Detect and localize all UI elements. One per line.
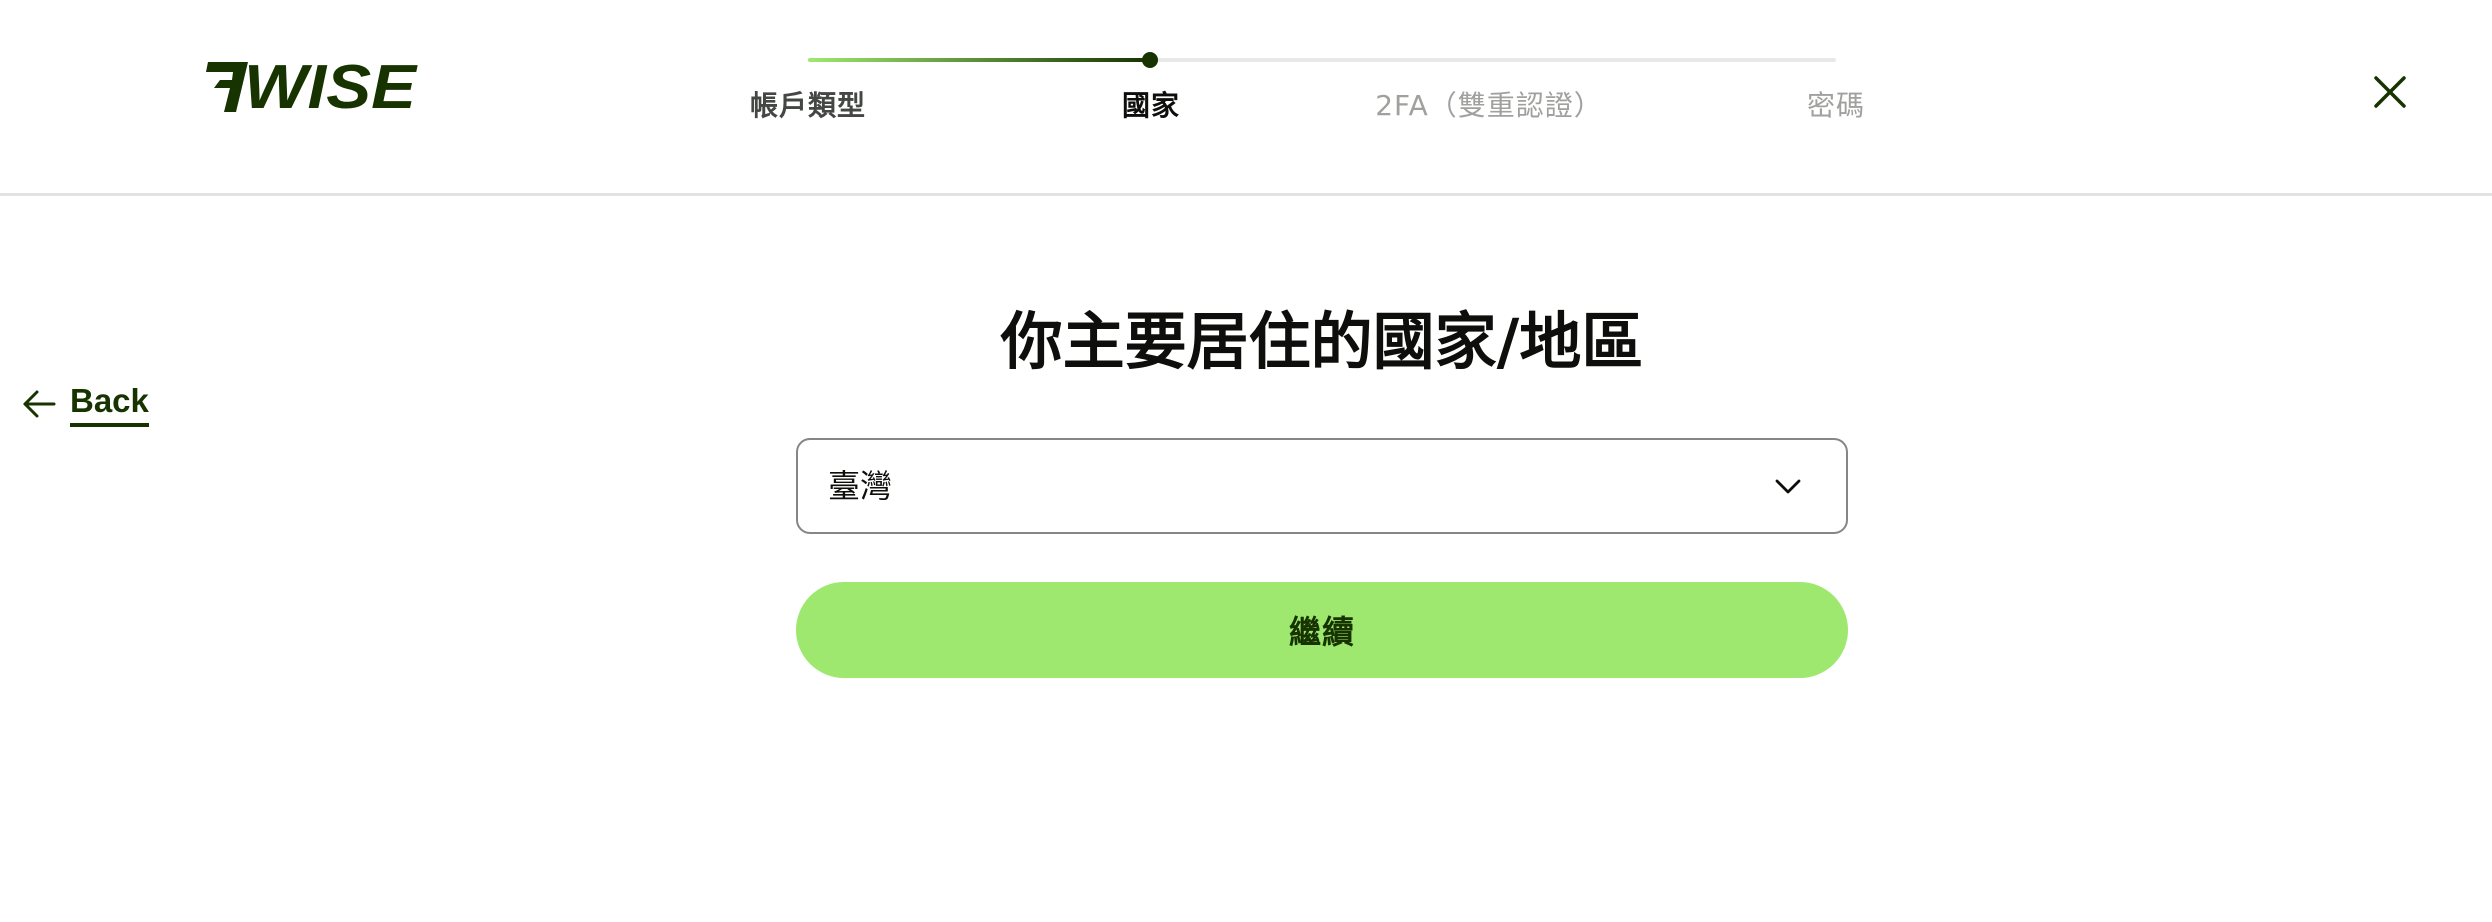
wise-flag-icon: [206, 62, 248, 112]
logo-wordmark: WISE: [244, 56, 418, 114]
chevron-down-icon: [1775, 479, 1801, 494]
wise-logo[interactable]: WISE: [206, 56, 420, 114]
back-button[interactable]: Back: [22, 378, 149, 430]
stepper-progress-track: [808, 52, 1836, 68]
continue-button[interactable]: 繼續: [796, 582, 1848, 678]
arrow-left-icon: [23, 390, 56, 418]
country-select-value: 臺灣: [828, 467, 893, 505]
back-label: Back: [70, 381, 149, 427]
step-country: 國家: [1121, 89, 1181, 122]
page-title: 你主要居住的國家/地區: [1000, 305, 1644, 378]
country-select[interactable]: 臺灣: [796, 438, 1848, 534]
stepper-progress-fill: [808, 58, 1151, 62]
step-password: 密碼: [1806, 89, 1866, 122]
stepper-progress-dot: [1142, 52, 1159, 68]
close-button[interactable]: [2370, 72, 2410, 112]
close-icon: [2374, 76, 2406, 108]
step-account-type: 帳戶類型: [749, 89, 867, 122]
top-header: WISE 帳戶類型 國家 2FA（雙重認證） 密碼: [0, 0, 2492, 196]
step-2fa: 2FA（雙重認證）: [1375, 89, 1603, 122]
